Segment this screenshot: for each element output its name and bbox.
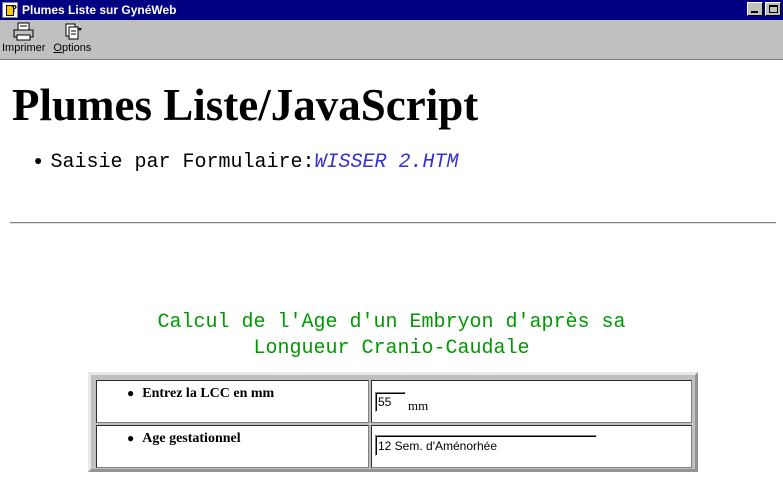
options-icon xyxy=(65,23,83,40)
lcc-label-text: Entrez la LCC en mm xyxy=(142,386,275,401)
horizontal-rule xyxy=(10,222,776,224)
window-title: Plumes Liste sur GynéWeb xyxy=(22,3,177,17)
calculator-title: Calcul de l'Age d'un Embryon d'après sa … xyxy=(0,310,783,362)
print-button[interactable]: Imprimer xyxy=(2,22,45,54)
content-area[interactable]: Plumes Liste/JavaScript ● Saisie par Form… xyxy=(0,61,783,492)
lcc-unit: mm xyxy=(408,398,429,413)
title-bar: Plumes Liste sur GynéWeb xyxy=(0,0,783,20)
form-link[interactable]: WISSER 2.HTM xyxy=(315,151,459,174)
minimize-icon xyxy=(751,11,758,13)
bullet-text: Saisie par Formulaire: xyxy=(50,151,315,174)
options-label-rest: ptions xyxy=(61,42,92,54)
page-title: Plumes Liste/JavaScript xyxy=(12,80,479,130)
calculator-form-table: ● Entrez la LCC en mm mm ● Age gestationne… xyxy=(88,372,698,472)
maximize-button[interactable] xyxy=(765,2,781,16)
calculator-title-line1: Calcul de l'Age d'un Embryon d'après sa xyxy=(157,311,626,334)
lcc-input-cell: mm xyxy=(371,380,692,423)
options-label: Options xyxy=(53,42,91,54)
bullet-dot: ● xyxy=(127,431,135,445)
lcc-input[interactable] xyxy=(375,392,406,412)
print-label: Imprimer xyxy=(2,42,46,54)
calculator-title-line2: Longueur Cranio-Caudale xyxy=(253,337,530,360)
maximize-icon xyxy=(769,5,778,13)
printer-icon xyxy=(13,22,34,41)
age-label-cell: ● Age gestationnel xyxy=(96,425,369,468)
options-button[interactable]: Options xyxy=(53,22,91,54)
age-output-cell xyxy=(371,425,692,468)
bullet-dot: ● xyxy=(34,154,43,169)
age-label-text: Age gestationnel xyxy=(142,431,241,446)
age-label: ● Age gestationnel xyxy=(127,431,241,447)
bullet-item: ● Saisie par Formulaire:WISSER 2.HTM xyxy=(34,151,459,174)
table-row: ● Age gestationnel xyxy=(96,425,692,468)
minimize-button[interactable] xyxy=(747,2,763,16)
bullet-dot: ● xyxy=(127,386,135,400)
age-output-field[interactable] xyxy=(375,435,597,456)
window-controls xyxy=(747,2,781,16)
app-icon[interactable] xyxy=(2,2,18,18)
table-row: ● Entrez la LCC en mm mm xyxy=(96,380,692,423)
toolbar: Imprimer Options xyxy=(0,20,783,60)
lcc-label: ● Entrez la LCC en mm xyxy=(127,386,274,402)
options-label-accelerator: O xyxy=(53,42,62,54)
lcc-label-cell: ● Entrez la LCC en mm xyxy=(96,380,369,423)
